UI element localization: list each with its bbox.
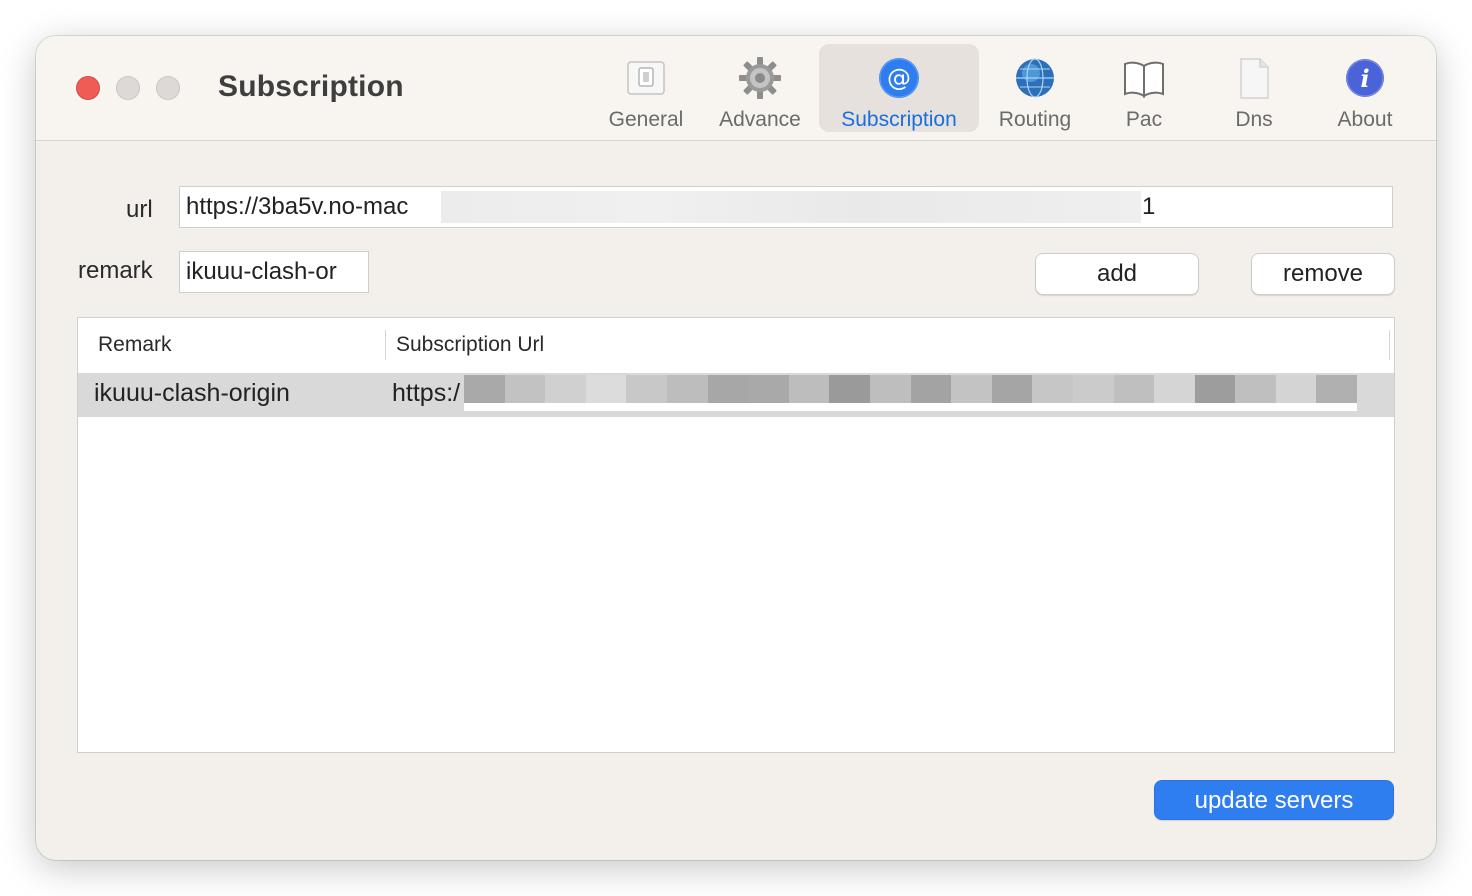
remark-input[interactable]: ikuuu-clash-or [179, 251, 369, 293]
url-input[interactable]: https://3ba5v.no-mac 1 [179, 186, 1393, 228]
tab-advance-label: Advance [719, 108, 801, 131]
tab-general-label: General [608, 108, 684, 131]
column-divider[interactable] [385, 330, 386, 360]
column-header-remark[interactable]: Remark [98, 333, 172, 357]
column-divider[interactable] [1389, 330, 1390, 360]
tab-dns-label: Dns [1235, 108, 1273, 131]
remove-button[interactable]: remove [1251, 253, 1395, 295]
info-icon: i [1346, 59, 1384, 97]
svg-text:@: @ [887, 64, 911, 92]
tab-pac-label: Pac [1125, 108, 1163, 131]
switch-icon [627, 61, 665, 95]
gear-icon [739, 57, 781, 99]
globe-icon [1016, 58, 1054, 98]
row-remark: ikuuu-clash-origin [94, 379, 290, 407]
at-sign-icon: @ [879, 58, 919, 98]
tab-pac[interactable]: Pac [1100, 44, 1188, 132]
window-title: Subscription [218, 70, 404, 103]
url-input-value-start: https://3ba5v.no-mac [186, 193, 409, 220]
tab-general[interactable]: General [604, 44, 688, 132]
add-button[interactable]: add [1035, 253, 1199, 295]
tab-subscription-label: Subscription [841, 108, 957, 131]
tab-routing[interactable]: Routing [989, 44, 1081, 132]
row-url: https:/ [392, 379, 461, 407]
minimize-window-button[interactable] [116, 76, 140, 100]
tab-about-label: About [1337, 108, 1393, 131]
tab-about[interactable]: i About [1320, 44, 1410, 132]
preferences-window: Subscription General Advance @ Subscript… [36, 36, 1436, 860]
update-servers-button[interactable]: update servers [1154, 780, 1394, 820]
url-label: url [126, 196, 153, 223]
book-icon [1124, 61, 1164, 98]
redaction-strip [464, 403, 1357, 411]
table-row[interactable]: ikuuu-clash-origin https:/ [78, 373, 1394, 417]
tab-routing-label: Routing [998, 108, 1072, 131]
subscription-table: Remark Subscription Url ikuuu-clash-orig… [77, 317, 1395, 753]
table-header: Remark Subscription Url [78, 318, 1394, 372]
close-window-button[interactable] [76, 76, 100, 100]
redacted-url-mask [441, 191, 1141, 223]
tab-dns[interactable]: Dns [1210, 44, 1298, 132]
svg-text:i: i [1360, 64, 1369, 93]
column-header-subscription-url[interactable]: Subscription Url [396, 333, 544, 357]
url-input-value-end: 1 [1142, 193, 1156, 220]
document-icon [1240, 58, 1269, 99]
tab-advance[interactable]: Advance [710, 44, 810, 132]
zoom-window-button[interactable] [156, 76, 180, 100]
remark-label: remark [78, 257, 153, 284]
tab-subscription[interactable]: @ Subscription [819, 44, 979, 132]
title-bar: Subscription General Advance @ Subscript… [36, 36, 1436, 141]
